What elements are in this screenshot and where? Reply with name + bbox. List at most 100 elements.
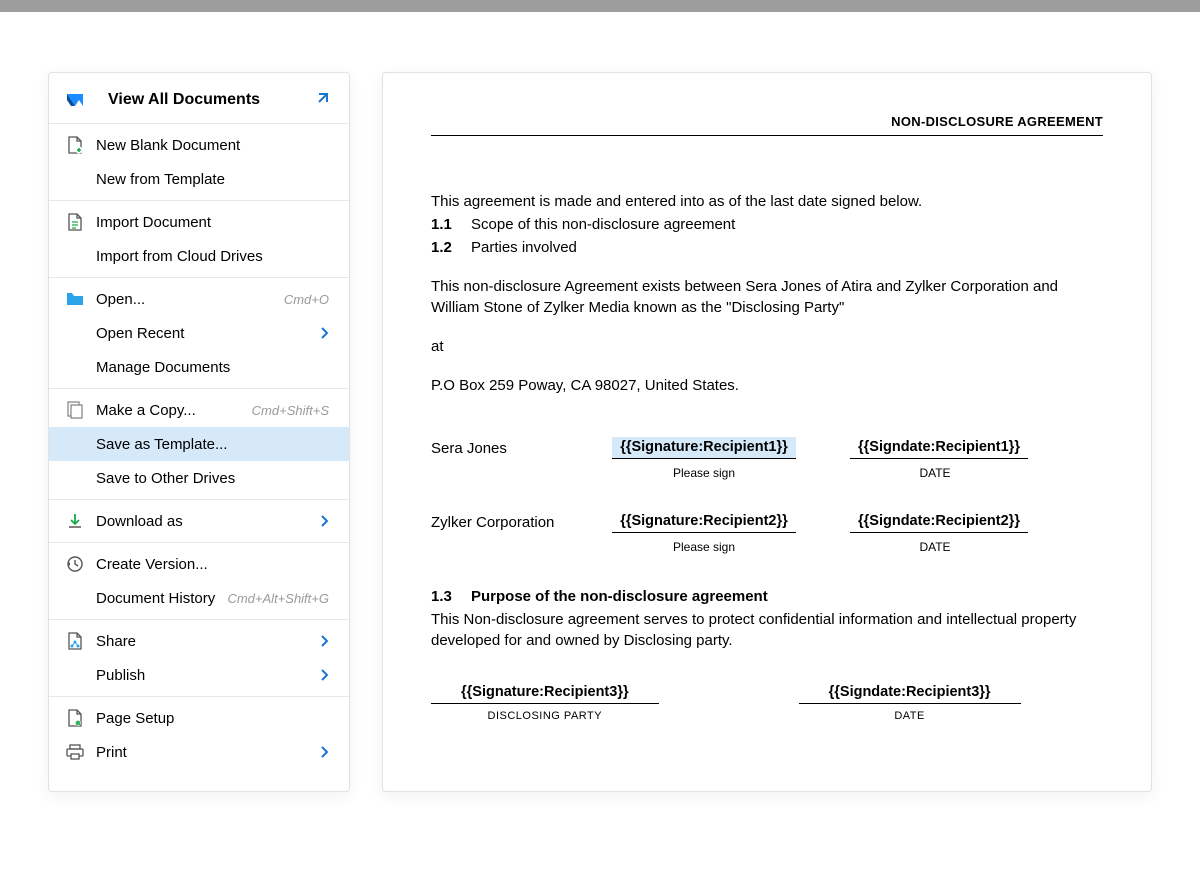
menu-item-label: Page Setup: [96, 710, 329, 727]
menu-item-label: Publish: [96, 667, 321, 684]
menu-icon-placeholder: [66, 170, 84, 188]
date-2-field[interactable]: {{Signdate:Recipient2}}: [850, 511, 1028, 533]
menu-item-download-as[interactable]: Download as: [49, 504, 349, 538]
signature-2-caption: Please sign: [606, 539, 802, 556]
menu-item-document-history[interactable]: Document HistoryCmd+Alt+Shift+G: [49, 581, 349, 615]
menu-item-label: Open Recent: [96, 325, 321, 342]
chevron-right-icon: [321, 746, 329, 758]
signature-2-slot: {{Signature:Recipient2}} Please sign: [606, 510, 802, 556]
menu-item-label: Import Document: [96, 214, 329, 231]
signature-3-slot: {{Signature:Recipient3}} DISCLOSING PART…: [431, 681, 659, 725]
menu-icon-placeholder: [66, 589, 84, 607]
sidebar-header: View All Documents: [49, 91, 349, 123]
signature-row-3: {{Signature:Recipient3}} DISCLOSING PART…: [431, 681, 1103, 725]
print-icon: [66, 743, 84, 761]
document-header: NON-DISCLOSURE AGREEMENT: [431, 113, 1103, 136]
menu-item-print[interactable]: Print: [49, 735, 349, 769]
date-3-slot: {{Signdate:Recipient3}} DATE: [799, 681, 1021, 725]
menu-group: Create Version... Document HistoryCmd+Alt…: [49, 542, 349, 619]
document-body: This agreement is made and entered into …: [431, 191, 1103, 725]
menu-icon-placeholder: [66, 358, 84, 376]
menu-item-open[interactable]: Open...Cmd+O: [49, 282, 349, 316]
copy-icon: [66, 401, 84, 419]
menu-group: Open...Cmd+O Open Recent Manage Documents: [49, 277, 349, 388]
menu-item-new-from-template[interactable]: New from Template: [49, 162, 349, 196]
menu-item-label: New Blank Document: [96, 137, 329, 154]
date-1-caption: DATE: [850, 465, 1020, 482]
menu-item-save-to-other-drives[interactable]: Save to Other Drives: [49, 461, 349, 495]
menu-shortcut: Cmd+Shift+S: [252, 403, 329, 418]
menu-icon-placeholder: [66, 324, 84, 342]
menu-item-open-recent[interactable]: Open Recent: [49, 316, 349, 350]
menu-item-label: Manage Documents: [96, 359, 329, 376]
chevron-right-icon: [321, 515, 329, 527]
menu-icon-placeholder: [66, 469, 84, 487]
signature-3-field[interactable]: {{Signature:Recipient3}}: [431, 682, 659, 704]
window-top-bar: [0, 0, 1200, 12]
version-icon: [66, 555, 84, 573]
menu-item-label: Print: [96, 744, 321, 761]
menu-item-create-version[interactable]: Create Version...: [49, 547, 349, 581]
signature-row-1: Sera Jones {{Signature:Recipient1}} Plea…: [431, 436, 1103, 482]
section-1-1-title: Scope of this non-disclosure agreement: [471, 216, 735, 233]
purpose-body: This Non-disclosure agreement serves to …: [431, 609, 1103, 651]
menu-item-label: New from Template: [96, 171, 329, 188]
section-1-3-title: Purpose of the non-disclosure agreement: [471, 588, 768, 605]
menu-item-page-setup[interactable]: Page Setup: [49, 701, 349, 735]
main-container: View All Documents New Blank DocumentNew…: [0, 12, 1200, 832]
menu-group: Share Publish: [49, 619, 349, 696]
menu-item-import-from-cloud-drives[interactable]: Import from Cloud Drives: [49, 239, 349, 273]
menu-shortcut: Cmd+Alt+Shift+G: [227, 591, 329, 606]
menu-item-make-a-copy[interactable]: Make a Copy...Cmd+Shift+S: [49, 393, 349, 427]
sidebar-header-left[interactable]: View All Documents: [66, 91, 260, 109]
chevron-right-icon: [321, 635, 329, 647]
signature-1-field[interactable]: {{Signature:Recipient1}}: [612, 437, 796, 459]
download-icon: [66, 512, 84, 530]
menu-item-new-blank-document[interactable]: New Blank Document: [49, 128, 349, 162]
signature-2-field[interactable]: {{Signature:Recipient2}}: [612, 511, 796, 533]
menu-shortcut: Cmd+O: [284, 292, 329, 307]
menu-icon-placeholder: [66, 435, 84, 453]
chevron-right-icon: [321, 327, 329, 339]
menu-item-manage-documents[interactable]: Manage Documents: [49, 350, 349, 384]
menu-item-label: Make a Copy...: [96, 402, 252, 419]
signer-1-name: Sera Jones: [431, 436, 606, 459]
menu-icon-placeholder: [66, 247, 84, 265]
import-doc-icon: [66, 213, 84, 231]
date-2-slot: {{Signdate:Recipient2}} DATE: [850, 510, 1020, 556]
app-logo-icon: [66, 91, 84, 109]
menu-item-label: Open...: [96, 291, 284, 308]
open-external-icon[interactable]: [313, 92, 329, 108]
share-icon: [66, 632, 84, 650]
chevron-right-icon: [321, 669, 329, 681]
signature-1-slot: {{Signature:Recipient1}} Please sign: [606, 436, 802, 482]
menu-group: Make a Copy...Cmd+Shift+S Save as Templat…: [49, 388, 349, 499]
menu-item-label: Import from Cloud Drives: [96, 248, 329, 265]
menu-group: Download as: [49, 499, 349, 542]
date-1-field[interactable]: {{Signdate:Recipient1}}: [850, 437, 1028, 459]
signature-1-caption: Please sign: [606, 465, 802, 482]
menu-item-import-document[interactable]: Import Document: [49, 205, 349, 239]
signature-row-2: Zylker Corporation {{Signature:Recipient…: [431, 510, 1103, 556]
date-3-field[interactable]: {{Signdate:Recipient3}}: [799, 682, 1021, 704]
section-1-1-num: 1.1: [431, 214, 471, 235]
purpose-section: 1.3Purpose of the non-disclosure agreeme…: [431, 586, 1103, 651]
section-1-2-num: 1.2: [431, 237, 471, 258]
menu-item-label: Save as Template...: [96, 436, 329, 453]
intro-text: This agreement is made and entered into …: [431, 191, 1103, 212]
menu-item-publish[interactable]: Publish: [49, 658, 349, 692]
menu-group: Page Setup Print: [49, 696, 349, 773]
parties-text: This non-disclosure Agreement exists bet…: [431, 276, 1103, 318]
menu-item-share[interactable]: Share: [49, 624, 349, 658]
section-1-2-title: Parties involved: [471, 239, 577, 256]
date-1-slot: {{Signdate:Recipient1}} DATE: [850, 436, 1020, 482]
document-title: NON-DISCLOSURE AGREEMENT: [891, 114, 1103, 129]
menu-item-label: Download as: [96, 513, 321, 530]
folder-icon: [66, 290, 84, 308]
menu-item-save-as-template[interactable]: Save as Template...: [49, 427, 349, 461]
menu-item-label: Create Version...: [96, 556, 329, 573]
document-preview: NON-DISCLOSURE AGREEMENT This agreement …: [382, 72, 1152, 792]
date-2-caption: DATE: [850, 539, 1020, 556]
menu-group: New Blank Document New from Template: [49, 123, 349, 200]
signature-3-caption: DISCLOSING PARTY: [431, 709, 659, 724]
